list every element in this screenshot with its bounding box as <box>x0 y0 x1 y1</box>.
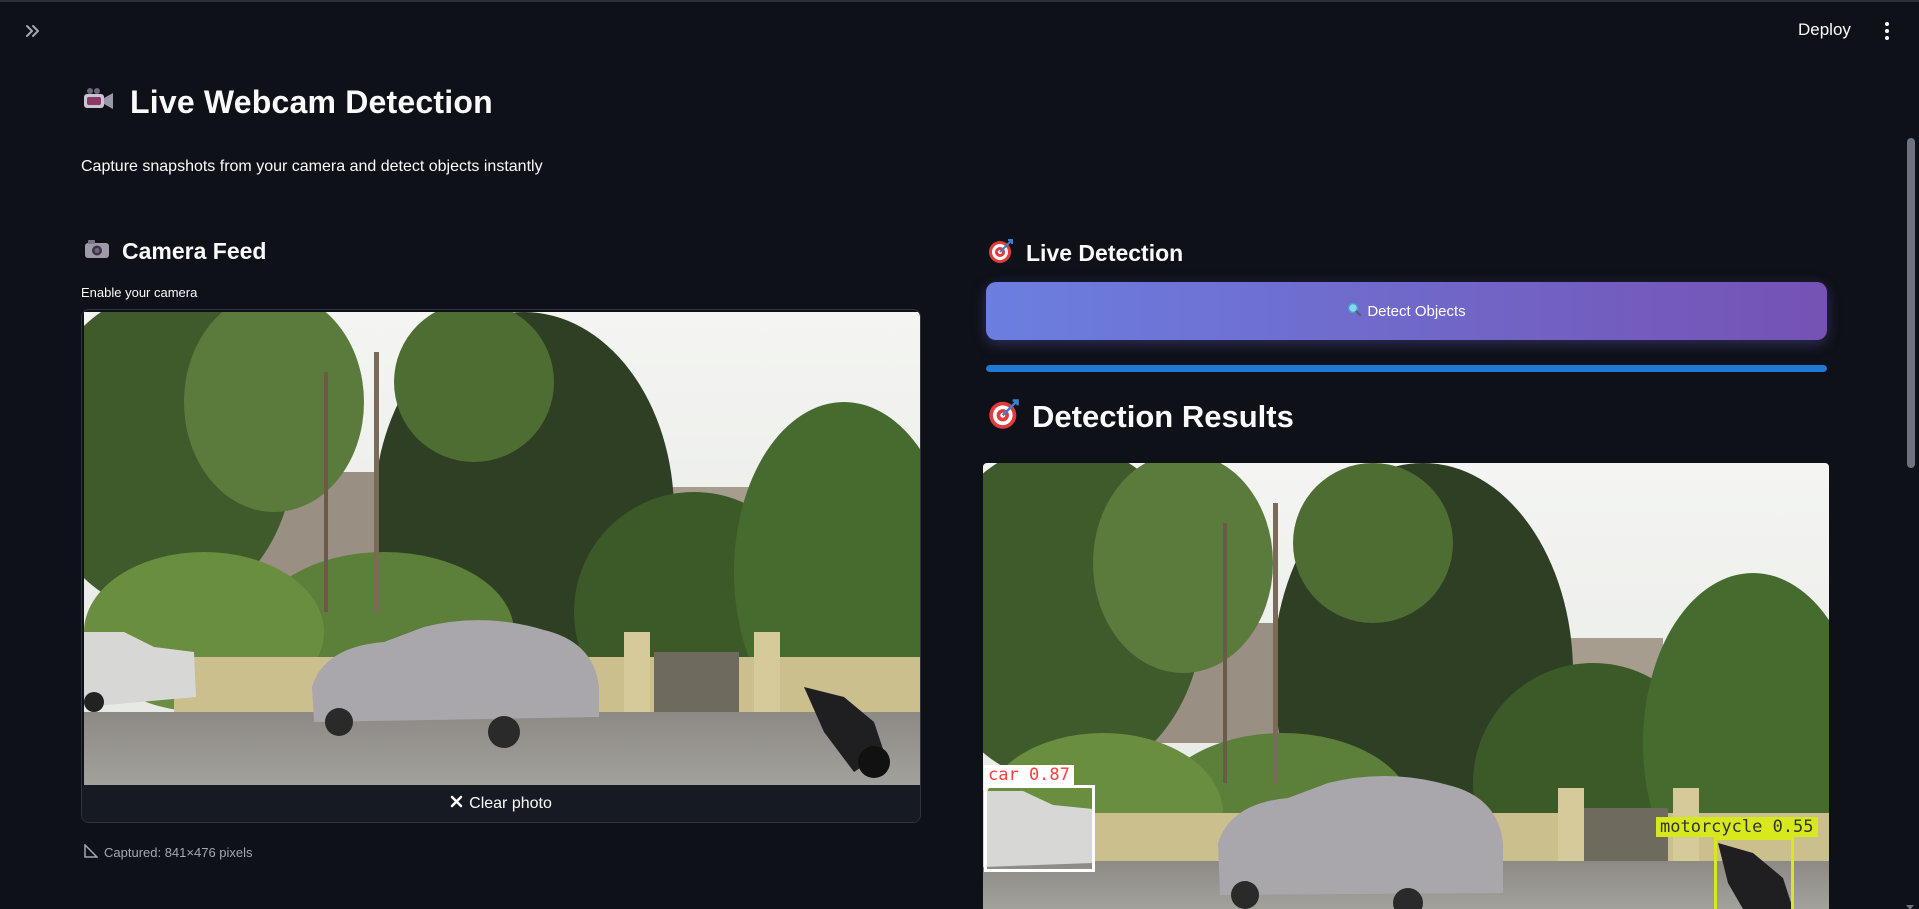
deploy-button[interactable]: Deploy <box>1798 20 1851 40</box>
camera-icon <box>84 238 110 265</box>
detection-label-car: car 0.87 <box>984 765 1074 785</box>
progress-fill <box>986 365 1827 372</box>
detection-box-motorcycle <box>1714 837 1794 909</box>
scroll-down-icon[interactable] <box>1905 899 1915 909</box>
ruler-triangle-icon <box>84 843 99 861</box>
captured-info: Captured: 841×476 pixels <box>84 843 253 861</box>
video-camera-icon <box>82 85 116 120</box>
camera-feed-header: Camera Feed <box>84 238 266 265</box>
detection-results-heading: Detection Results <box>1032 398 1294 434</box>
camera-snapshot-image <box>84 312 920 785</box>
clear-photo-label: Clear photo <box>469 795 552 812</box>
detection-label-motorcycle: motorcycle 0.55 <box>1656 817 1818 837</box>
live-detection-header: Live Detection <box>988 238 1183 269</box>
live-detection-heading: Live Detection <box>1026 240 1184 266</box>
camera-feed-heading: Camera Feed <box>122 238 267 264</box>
detection-box-car <box>984 785 1095 872</box>
main-menu-icon[interactable] <box>1880 20 1894 42</box>
detect-objects-label: Detect Objects <box>1367 302 1466 320</box>
magnifier-icon <box>1347 302 1362 320</box>
captured-text: Captured: 841×476 pixels <box>104 845 253 860</box>
close-icon <box>450 795 463 813</box>
camera-input-widget[interactable]: Clear photo <box>81 309 921 823</box>
scrollbar-thumb[interactable] <box>1907 138 1915 468</box>
target-icon <box>988 398 1020 435</box>
detection-result-image: car 0.87 motorcycle 0.55 <box>983 463 1829 909</box>
detect-objects-button[interactable]: Detect Objects <box>986 282 1827 340</box>
page-title: Live Webcam Detection <box>130 84 493 120</box>
detection-progress-bar <box>986 365 1827 372</box>
target-icon <box>988 238 1014 269</box>
clear-photo-button[interactable]: Clear photo <box>82 785 920 822</box>
page-subtitle: Capture snapshots from your camera and d… <box>81 158 543 175</box>
camera-input-label: Enable your camera <box>81 285 198 300</box>
detection-results-header: Detection Results <box>988 398 1294 435</box>
expand-sidebar-icon[interactable] <box>22 20 44 42</box>
page-header: Live Webcam Detection <box>82 84 493 121</box>
top-border <box>0 0 1919 2</box>
